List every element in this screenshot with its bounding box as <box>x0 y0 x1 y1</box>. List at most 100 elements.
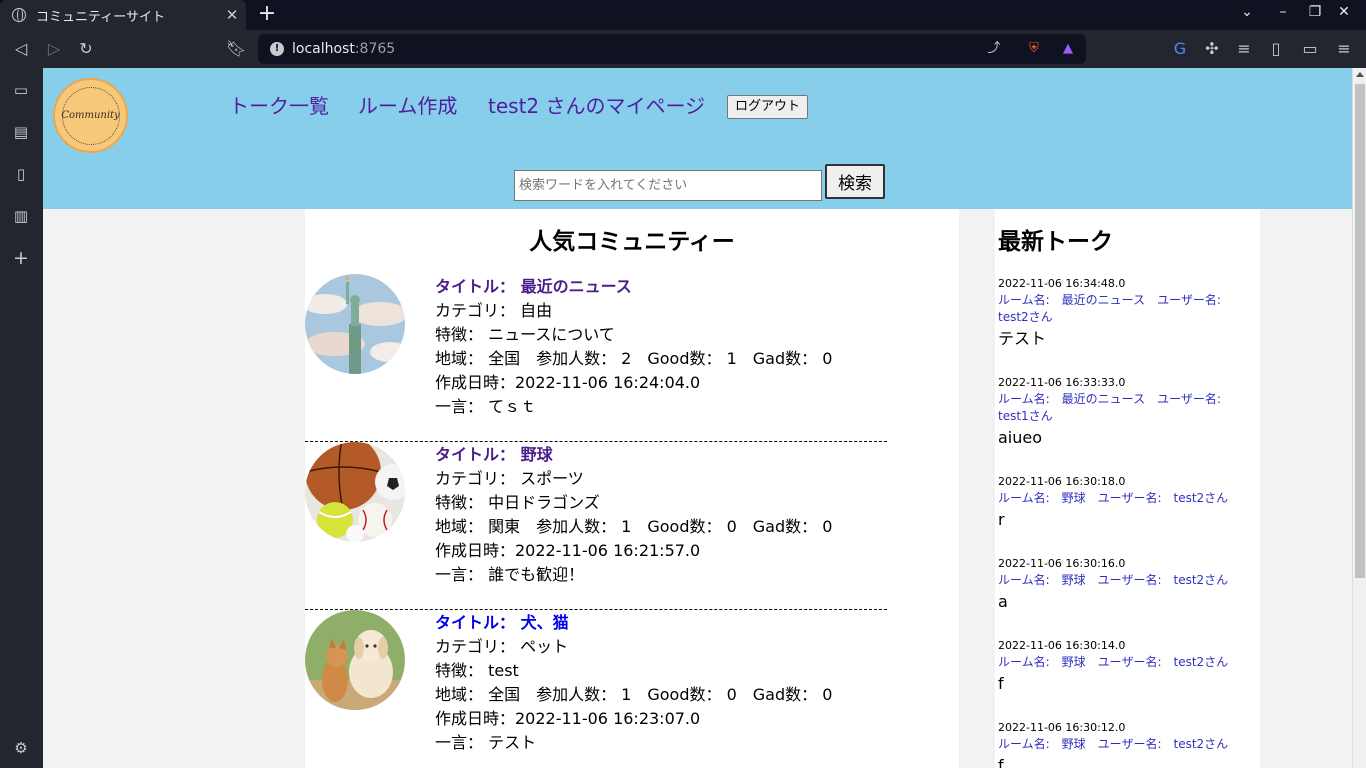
community-item: タイトル： 犬、猫 カテゴリ： ペット 特徴： test 地域： 全国 参加人数… <box>305 610 887 768</box>
settings-gear-icon[interactable]: ⚙ <box>11 738 31 758</box>
community-title-link[interactable]: タイトル： 最近のニュース <box>435 275 832 299</box>
maximize-button[interactable]: ❐ <box>1305 4 1325 20</box>
page-viewport: Community トーク一覧 ルーム作成 test2 さんのマイページ ログア… <box>43 68 1352 768</box>
talk-body: テスト <box>998 329 1047 348</box>
reload-icon[interactable]: ↻ <box>75 38 97 60</box>
talk-meta-link[interactable]: ルーム名: 野球 ユーザー名: test2さん <box>998 572 1238 589</box>
wallet-sidebar-icon[interactable]: ▤ <box>11 122 31 142</box>
scroll-up-arrow-icon[interactable] <box>1356 72 1364 77</box>
browser-tab-bar: コミュニティーサイト ✕ + ⌄ – ❐ ✕ <box>0 0 1366 30</box>
statue-of-liberty-image <box>305 274 405 374</box>
community-category: カテゴリ： スポーツ <box>435 469 584 488</box>
media-playlist-icon[interactable]: ≡ <box>1233 38 1255 60</box>
site-info-icon[interactable]: ! <box>270 42 284 56</box>
translate-icon[interactable]: G <box>1169 38 1191 60</box>
community-comment: 一言： てｓｔ <box>435 397 537 416</box>
minimize-button[interactable]: – <box>1273 4 1293 20</box>
scrollbar-thumb[interactable] <box>1355 84 1365 578</box>
community-item: タイトル： 最近のニュース カテゴリ： 自由 特徴： ニュースについて 地域： … <box>305 274 887 442</box>
community-created: 作成日時：2022-11-06 16:23:07.0 <box>435 709 701 728</box>
brave-rewards-icon[interactable]: ▲ <box>1060 41 1076 57</box>
talk-date: 2022-11-06 16:30:14.0 <box>998 639 1126 652</box>
close-tab-icon[interactable]: ✕ <box>222 6 242 24</box>
community-created: 作成日時：2022-11-06 16:24:04.0 <box>435 373 701 392</box>
community-title-link[interactable]: タイトル： 野球 <box>435 443 832 467</box>
community-info: タイトル： 最近のニュース カテゴリ： 自由 特徴： ニュースについて 地域： … <box>435 275 832 419</box>
talk-body: aiueo <box>998 428 1043 447</box>
close-window-button[interactable]: ✕ <box>1334 4 1354 20</box>
popular-communities-panel: 人気コミュニティー タイトル： 最近のニュース カテゴリ： 自由 特徴： ニュー… <box>305 209 959 768</box>
brave-shield-icon[interactable]: ⛨ <box>1026 41 1042 57</box>
talk-item: 2022-11-06 16:30:12.0 ルーム名: 野球 ユーザー名: te… <box>998 720 1238 768</box>
share-icon[interactable]: ⤴ <box>986 41 1002 57</box>
talk-item: 2022-11-06 16:30:16.0 ルーム名: 野球 ユーザー名: te… <box>998 556 1238 613</box>
community-info: タイトル： 犬、猫 カテゴリ： ペット 特徴： test 地域： 全国 参加人数… <box>435 611 832 755</box>
talk-date: 2022-11-06 16:30:16.0 <box>998 557 1126 570</box>
back-icon[interactable]: ◁ <box>10 38 32 60</box>
extensions-icon[interactable]: ✣ <box>1201 38 1223 60</box>
talk-item: 2022-11-06 16:30:18.0 ルーム名: 野球 ユーザー名: te… <box>998 474 1238 531</box>
add-sidebar-item-icon[interactable]: + <box>11 248 31 268</box>
page-scrollbar[interactable] <box>1352 68 1366 768</box>
community-feature: 特徴： ニュースについて <box>435 325 615 344</box>
latest-talks-panel: 最新トーク 2022-11-06 16:34:48.0 ルーム名: 最近のニュー… <box>995 209 1260 768</box>
talk-item: 2022-11-06 16:33:33.0 ルーム名: 最近のニュース ユーザー… <box>998 375 1238 449</box>
nav-my-page[interactable]: test2 さんのマイページ <box>488 90 705 119</box>
search-input[interactable] <box>514 170 822 201</box>
community-comment: 一言： テスト <box>435 733 537 752</box>
dog-and-cat-image <box>305 610 405 710</box>
talk-body: f <box>998 674 1004 693</box>
talk-item: 2022-11-06 16:34:48.0 ルーム名: 最近のニュース ユーザー… <box>998 276 1238 350</box>
talk-date: 2022-11-06 16:30:18.0 <box>998 475 1126 488</box>
tab-title: コミュニティーサイト <box>36 9 165 25</box>
url-host: localhost <box>292 41 355 57</box>
talk-date: 2022-11-06 16:30:12.0 <box>998 721 1126 734</box>
nav-talk-list[interactable]: トーク一覧 <box>229 90 329 119</box>
community-stats: 地域： 関東 参加人数： 1 Good数： 0 Gad数： 0 <box>435 517 833 536</box>
community-info: タイトル： 野球 カテゴリ： スポーツ 特徴： 中日ドラゴンズ 地域： 関東 参… <box>435 443 832 587</box>
talk-body: a <box>998 592 1008 611</box>
talk-meta-link[interactable]: ルーム名: 野球 ユーザー名: test2さん <box>998 654 1238 671</box>
sports-balls-image <box>305 442 405 542</box>
talk-meta-link[interactable]: ルーム名: 野球 ユーザー名: test2さん <box>998 490 1238 507</box>
community-stats: 地域： 全国 参加人数： 2 Good数： 1 Gad数： 0 <box>435 349 833 368</box>
community-category: カテゴリ： ペット <box>435 637 569 656</box>
forward-icon[interactable]: ▷ <box>43 38 65 60</box>
new-tab-button[interactable]: + <box>256 3 278 27</box>
logout-button[interactable]: ログアウト <box>727 95 809 119</box>
search-button[interactable]: 検索 <box>825 164 885 199</box>
community-feature: 特徴： 中日ドラゴンズ <box>435 493 600 512</box>
community-comment: 一言： 誰でも歓迎！ <box>435 565 585 584</box>
reading-list-icon[interactable]: ▥ <box>11 206 31 226</box>
globe-icon <box>12 8 26 22</box>
menu-icon[interactable]: ≡ <box>1333 38 1355 60</box>
community-created: 作成日時：2022-11-06 16:21:57.0 <box>435 541 701 560</box>
talk-meta-link[interactable]: ルーム名: 最近のニュース ユーザー名: test2さん <box>998 292 1238 326</box>
browser-tab[interactable]: コミュニティーサイト ✕ <box>0 0 246 30</box>
site-header: Community トーク一覧 ルーム作成 test2 さんのマイページ ログア… <box>43 68 1352 209</box>
site-logo[interactable]: Community <box>53 78 128 153</box>
latest-talks-title: 最新トーク <box>998 229 1113 255</box>
bookmarks-sidebar-icon[interactable]: ▯ <box>11 164 31 184</box>
nav-create-room[interactable]: ルーム作成 <box>358 90 457 119</box>
browser-toolbar: ◁ ▷ ↻ 🔖︎ ! localhost:8765 ⤴ ⛨ ▲ G ✣ ≡ ▯ … <box>0 30 1366 68</box>
url-port: :8765 <box>354 41 396 57</box>
talk-meta-link[interactable]: ルーム名: 野球 ユーザー名: test2さん <box>998 736 1238 753</box>
tab-search-chevron-icon[interactable]: ⌄ <box>1237 4 1257 20</box>
address-bar[interactable]: ! localhost:8765 ⤴ ⛨ ▲ <box>258 34 1086 64</box>
community-stats: 地域： 全国 参加人数： 1 Good数： 0 Gad数： 0 <box>435 685 833 704</box>
talk-date: 2022-11-06 16:34:48.0 <box>998 277 1126 290</box>
community-title-link[interactable]: タイトル： 犬、猫 <box>435 611 832 635</box>
sidebar-toggle-icon[interactable]: ▯ <box>1265 38 1287 60</box>
talk-date: 2022-11-06 16:33:33.0 <box>998 376 1126 389</box>
talk-meta-link[interactable]: ルーム名: 最近のニュース ユーザー名: test1さん <box>998 391 1238 425</box>
popular-communities-title: 人気コミュニティー <box>529 229 735 255</box>
browser-sidebar: ▭ ▤ ▯ ▥ + ⚙ <box>0 68 43 768</box>
video-call-icon[interactable]: ▭ <box>11 80 31 100</box>
logo-text: Community <box>61 86 120 145</box>
talk-item: 2022-11-06 16:30:14.0 ルーム名: 野球 ユーザー名: te… <box>998 638 1238 695</box>
wallet-icon[interactable]: ▭ <box>1299 38 1321 60</box>
bookmark-icon[interactable]: 🔖︎ <box>225 38 247 60</box>
talk-body: r <box>998 510 1005 529</box>
community-category: カテゴリ： 自由 <box>435 301 553 320</box>
